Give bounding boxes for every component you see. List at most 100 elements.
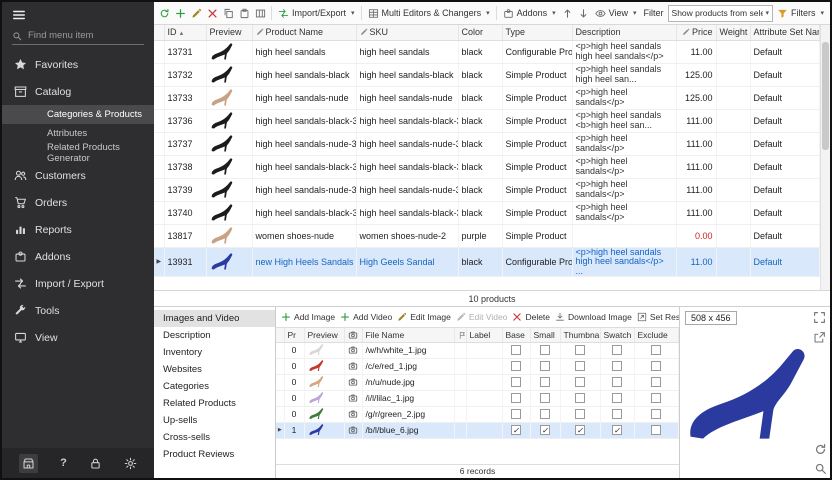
open-external-button[interactable]	[813, 331, 826, 344]
product-row[interactable]: 13739 high heel sandals-nude-37 high hee…	[154, 178, 820, 201]
header-image-preview[interactable]: Preview	[304, 328, 344, 342]
small-checkbox[interactable]	[540, 361, 550, 371]
refresh-button[interactable]	[157, 6, 172, 21]
swatch-checkbox[interactable]: ✓	[612, 425, 622, 435]
help-button[interactable]: ?	[60, 457, 67, 469]
detail-tab[interactable]: Cross-sells	[154, 429, 275, 446]
header-price[interactable]: Price	[676, 25, 716, 40]
base-checkbox[interactable]	[511, 393, 521, 403]
detail-tab[interactable]: Inventory	[154, 344, 275, 361]
delete-product-button[interactable]	[205, 6, 220, 21]
multi-editors-menu[interactable]: Multi Editors & Changers▾	[365, 6, 493, 21]
sidebar-item[interactable]: Addons	[2, 243, 154, 270]
header-type[interactable]: Type	[502, 25, 572, 40]
small-checkbox[interactable]	[540, 409, 550, 419]
detail-tab[interactable]: Related Products	[154, 395, 275, 412]
header-label[interactable]: Label	[466, 328, 502, 342]
addons-menu[interactable]: Addons▾	[500, 6, 559, 21]
sort-asc-button[interactable]	[560, 6, 575, 21]
header-color[interactable]: Color	[458, 25, 502, 40]
sort-desc-button[interactable]	[576, 6, 591, 21]
small-checkbox[interactable]	[540, 345, 550, 355]
header-priority[interactable]: Pr	[284, 328, 304, 342]
product-row[interactable]: 13736 high heel sandals-black-36 high he…	[154, 109, 820, 132]
detail-tab[interactable]: Up-sells	[154, 412, 275, 429]
scrollbar-thumb[interactable]	[822, 42, 829, 150]
base-checkbox[interactable]	[511, 361, 521, 371]
thumbnail-checkbox[interactable]	[575, 361, 585, 371]
base-checkbox[interactable]: ✓	[511, 425, 521, 435]
product-row[interactable]: 13732 high heel sandals-black high heel …	[154, 63, 820, 86]
add-video-button[interactable]: Add Video	[340, 312, 392, 322]
edit-image-button[interactable]: Edit Image	[397, 312, 451, 322]
import-export-menu[interactable]: Import/Export▾	[275, 6, 358, 21]
image-row[interactable]: 0 /i/l/lilac_1.jpg	[276, 390, 679, 406]
sidebar-item[interactable]: View	[2, 324, 154, 351]
header-swatch[interactable]: Swatch	[600, 328, 634, 342]
zoom-button[interactable]	[814, 462, 827, 475]
filters-menu[interactable]: Filters▾	[774, 6, 827, 21]
menu-search-input[interactable]	[28, 30, 128, 41]
lock-button[interactable]	[89, 457, 102, 470]
exclude-checkbox[interactable]	[651, 361, 661, 371]
fullscreen-button[interactable]	[813, 311, 826, 324]
swatch-checkbox[interactable]	[612, 393, 622, 403]
header-base[interactable]: Base	[502, 328, 530, 342]
add-product-button[interactable]	[173, 6, 188, 21]
header-weight[interactable]: Weight	[716, 25, 750, 40]
sidebar-item[interactable]: Attributes	[2, 124, 154, 143]
product-row[interactable]: ▶ 13931 new High Heels Sandals High Geel…	[154, 247, 820, 277]
edit-video-button[interactable]: Edit Video	[456, 312, 508, 322]
sidebar-item[interactable]: Customers	[2, 162, 154, 189]
exclude-checkbox[interactable]	[651, 345, 661, 355]
header-product-name[interactable]: Product Name	[252, 25, 356, 40]
set-resize-rule-button[interactable]: Set Resize Rule	[637, 312, 679, 322]
image-row[interactable]: ▶ 1 /b/l/blue_6.jpg ✓ ✓ ✓	[276, 422, 679, 438]
detail-tab[interactable]: Product Reviews	[154, 446, 275, 463]
small-checkbox[interactable]	[540, 393, 550, 403]
swatch-checkbox[interactable]	[612, 345, 622, 355]
columns-button[interactable]	[253, 6, 268, 21]
product-row[interactable]: 13737 high heel sandals-nude-36 high hee…	[154, 132, 820, 155]
sidebar-item[interactable]: Favorites	[2, 51, 154, 78]
small-checkbox[interactable]: ✓	[540, 425, 550, 435]
copy-button[interactable]	[221, 6, 236, 21]
sidebar-item[interactable]: Catalog	[2, 78, 154, 105]
detail-tab[interactable]: Categories	[154, 378, 275, 395]
header-thumbnail[interactable]: Thumbna	[560, 328, 600, 342]
download-image-button[interactable]: Download Image	[555, 312, 632, 322]
delete-image-button[interactable]: Delete	[512, 312, 550, 322]
view-menu[interactable]: View▾	[592, 6, 640, 21]
header-small[interactable]: Small	[530, 328, 560, 342]
image-row[interactable]: 0 /n/u/nude.jpg	[276, 374, 679, 390]
thumbnail-checkbox[interactable]: ✓	[575, 425, 585, 435]
detail-tab[interactable]: Websites	[154, 361, 275, 378]
header-camera[interactable]	[344, 328, 362, 342]
thumbnail-checkbox[interactable]	[575, 409, 585, 419]
base-checkbox[interactable]	[511, 345, 521, 355]
swatch-checkbox[interactable]	[612, 409, 622, 419]
header-sku[interactable]: SKU	[356, 25, 458, 40]
exclude-checkbox[interactable]	[651, 377, 661, 387]
header-attribute-set[interactable]: Attribute Set Name	[750, 25, 820, 40]
swatch-checkbox[interactable]	[612, 377, 622, 387]
sidebar-item[interactable]: Tools	[2, 297, 154, 324]
store-button[interactable]	[19, 454, 38, 473]
image-row[interactable]: 0 /w/h/white_1.jpg	[276, 342, 679, 358]
sidebar-item[interactable]: Categories & Products	[2, 105, 154, 124]
thumbnail-checkbox[interactable]	[575, 377, 585, 387]
product-row[interactable]: 13740 high heel sandals-black-38 high he…	[154, 201, 820, 224]
small-checkbox[interactable]	[540, 377, 550, 387]
image-size-field[interactable]: 508 x 456	[685, 311, 737, 325]
paste-button[interactable]	[237, 6, 252, 21]
add-image-button[interactable]: Add Image	[281, 312, 335, 322]
thumbnail-checkbox[interactable]	[575, 393, 585, 403]
sidebar-item[interactable]: Import / Export	[2, 270, 154, 297]
swatch-checkbox[interactable]	[612, 361, 622, 371]
header-id[interactable]: ID▲	[164, 25, 206, 40]
exclude-checkbox[interactable]	[651, 393, 661, 403]
sidebar-item[interactable]: Related Products Generator	[2, 143, 154, 162]
detail-tab[interactable]: Images and Video	[154, 310, 275, 327]
product-row[interactable]: 13731 high heel sandals high heel sandal…	[154, 40, 820, 63]
refresh-preview-button[interactable]	[814, 443, 827, 456]
